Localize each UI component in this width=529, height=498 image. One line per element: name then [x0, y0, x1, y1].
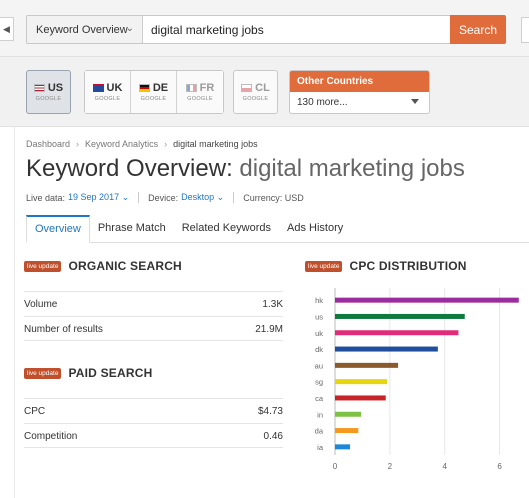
country-button-de[interactable]: DE GOOGLE	[131, 71, 177, 113]
cpc-distribution-title: CPC DISTRIBUTION	[349, 259, 467, 273]
cpc-distribution-chart: hk us uk dk au sg ca in da ia 0 2 4 6	[315, 288, 519, 471]
category-label: au	[315, 361, 323, 370]
x-tick-label: 6	[497, 462, 502, 471]
cpc-bar-uk	[335, 330, 459, 336]
breadcrumb-keyword-analytics[interactable]: Keyword Analytics	[85, 139, 158, 149]
other-countries-label: Other Countries	[290, 71, 429, 92]
divider	[138, 192, 140, 203]
paid-search-header: live update PAID SEARCH	[24, 366, 152, 380]
cpc-bar-da	[335, 428, 359, 434]
cpc-bar-dk	[335, 346, 438, 352]
metric-row-volume: Volume 1.3K	[24, 291, 283, 316]
other-countries-dropdown[interactable]: Other Countries 130 more...	[289, 70, 430, 114]
category-label: sg	[315, 378, 323, 387]
chevron-left-icon: ◀	[3, 23, 10, 34]
x-tick-label: 4	[442, 462, 447, 471]
organic-search-header: live update ORGANIC SEARCH	[24, 259, 182, 273]
live-update-badge: live update	[24, 260, 62, 272]
us-flag-icon	[33, 84, 45, 92]
metric-row-cpc: CPC $4.73	[24, 398, 283, 423]
tab-ads-history[interactable]: Ads History	[279, 215, 351, 243]
search-box: Keyword Overview ⌄ digital marketing job…	[26, 15, 478, 44]
page-title: Keyword Overview: digital marketing jobs	[26, 155, 465, 182]
live-date-select[interactable]: 19 Sep 2017 ⌄	[68, 192, 129, 203]
fr-flag-icon	[185, 84, 197, 92]
country-button-fr[interactable]: FR GOOGLE	[177, 71, 223, 113]
cl-flag-icon	[241, 84, 253, 92]
country-button-cl[interactable]: CL GOOGLE	[233, 70, 278, 114]
country-button-us[interactable]: US GOOGLE	[26, 70, 71, 114]
tab-phrase-match[interactable]: Phrase Match	[90, 215, 174, 243]
currency-label: Currency: USD	[243, 192, 304, 203]
cpc-bar-us	[335, 313, 465, 319]
other-countries-select[interactable]: 130 more...	[290, 92, 429, 113]
x-tick-label: 2	[388, 462, 393, 471]
cpc-bar-in	[335, 411, 362, 417]
cpc-bar-hk	[335, 297, 519, 303]
de-flag-icon	[138, 84, 150, 92]
device-select[interactable]: Desktop ⌄	[181, 192, 224, 203]
country-selector: US GOOGLE UK GOOGLE DE GOOGLE FR GOOGLE …	[0, 57, 529, 127]
cpc-bar-au	[335, 362, 399, 368]
category-label: us	[315, 312, 323, 321]
metric-row-competition: Competition 0.46	[24, 423, 283, 448]
divider	[233, 192, 235, 203]
breadcrumb-dashboard[interactable]: Dashboard	[26, 139, 70, 149]
category-label: dk	[315, 345, 323, 354]
cpc-distribution-header: live update CPC DISTRIBUTION	[305, 259, 467, 273]
report-type-select[interactable]: Keyword Overview ⌄	[27, 16, 143, 43]
category-label: da	[315, 427, 324, 436]
x-tick-label: 0	[333, 462, 338, 471]
search-bar-area: ◀ Keyword Overview ⌄ digital marketing j…	[0, 0, 529, 57]
caret-down-icon	[411, 99, 419, 104]
cpc-bar-sg	[335, 379, 388, 385]
paid-search-title: PAID SEARCH	[68, 366, 153, 380]
content-divider	[14, 127, 15, 498]
breadcrumb-current: digital marketing jobs	[173, 139, 258, 149]
tab-related-keywords[interactable]: Related Keywords	[174, 215, 279, 243]
country-button-uk[interactable]: UK GOOGLE	[85, 71, 131, 113]
category-label: hk	[315, 296, 323, 305]
uk-flag-icon	[92, 84, 104, 92]
live-update-badge: live update	[305, 260, 343, 272]
cpc-bar-ca	[335, 395, 386, 401]
tab-overview[interactable]: Overview	[26, 215, 90, 243]
page-title-query: digital marketing jobs	[239, 155, 465, 182]
chevron-right-icon: ›	[76, 139, 80, 149]
cpc-bar-ia	[335, 444, 351, 450]
side-panel-button[interactable]	[521, 17, 529, 43]
category-label: ia	[317, 443, 324, 452]
category-label: ca	[315, 394, 324, 403]
collapse-sidebar-button[interactable]: ◀	[0, 17, 14, 41]
chevron-right-icon: ›	[164, 139, 168, 149]
search-button[interactable]: Search	[450, 15, 506, 44]
search-input[interactable]: digital marketing jobs	[143, 23, 455, 37]
country-group: UK GOOGLE DE GOOGLE FR GOOGLE	[84, 70, 224, 114]
live-update-badge: live update	[24, 367, 62, 379]
report-tabs: Overview Phrase Match Related Keywords A…	[26, 215, 529, 243]
category-label: in	[317, 410, 323, 419]
breadcrumb: Dashboard › Keyword Analytics › digital …	[26, 139, 258, 149]
category-label: uk	[315, 329, 323, 338]
organic-search-title: ORGANIC SEARCH	[68, 259, 182, 273]
chevron-down-icon: ⌄	[125, 23, 134, 34]
metric-row-results: Number of results 21.9M	[24, 316, 283, 341]
report-meta: Live data: 19 Sep 2017 ⌄ Device: Desktop…	[26, 192, 304, 203]
